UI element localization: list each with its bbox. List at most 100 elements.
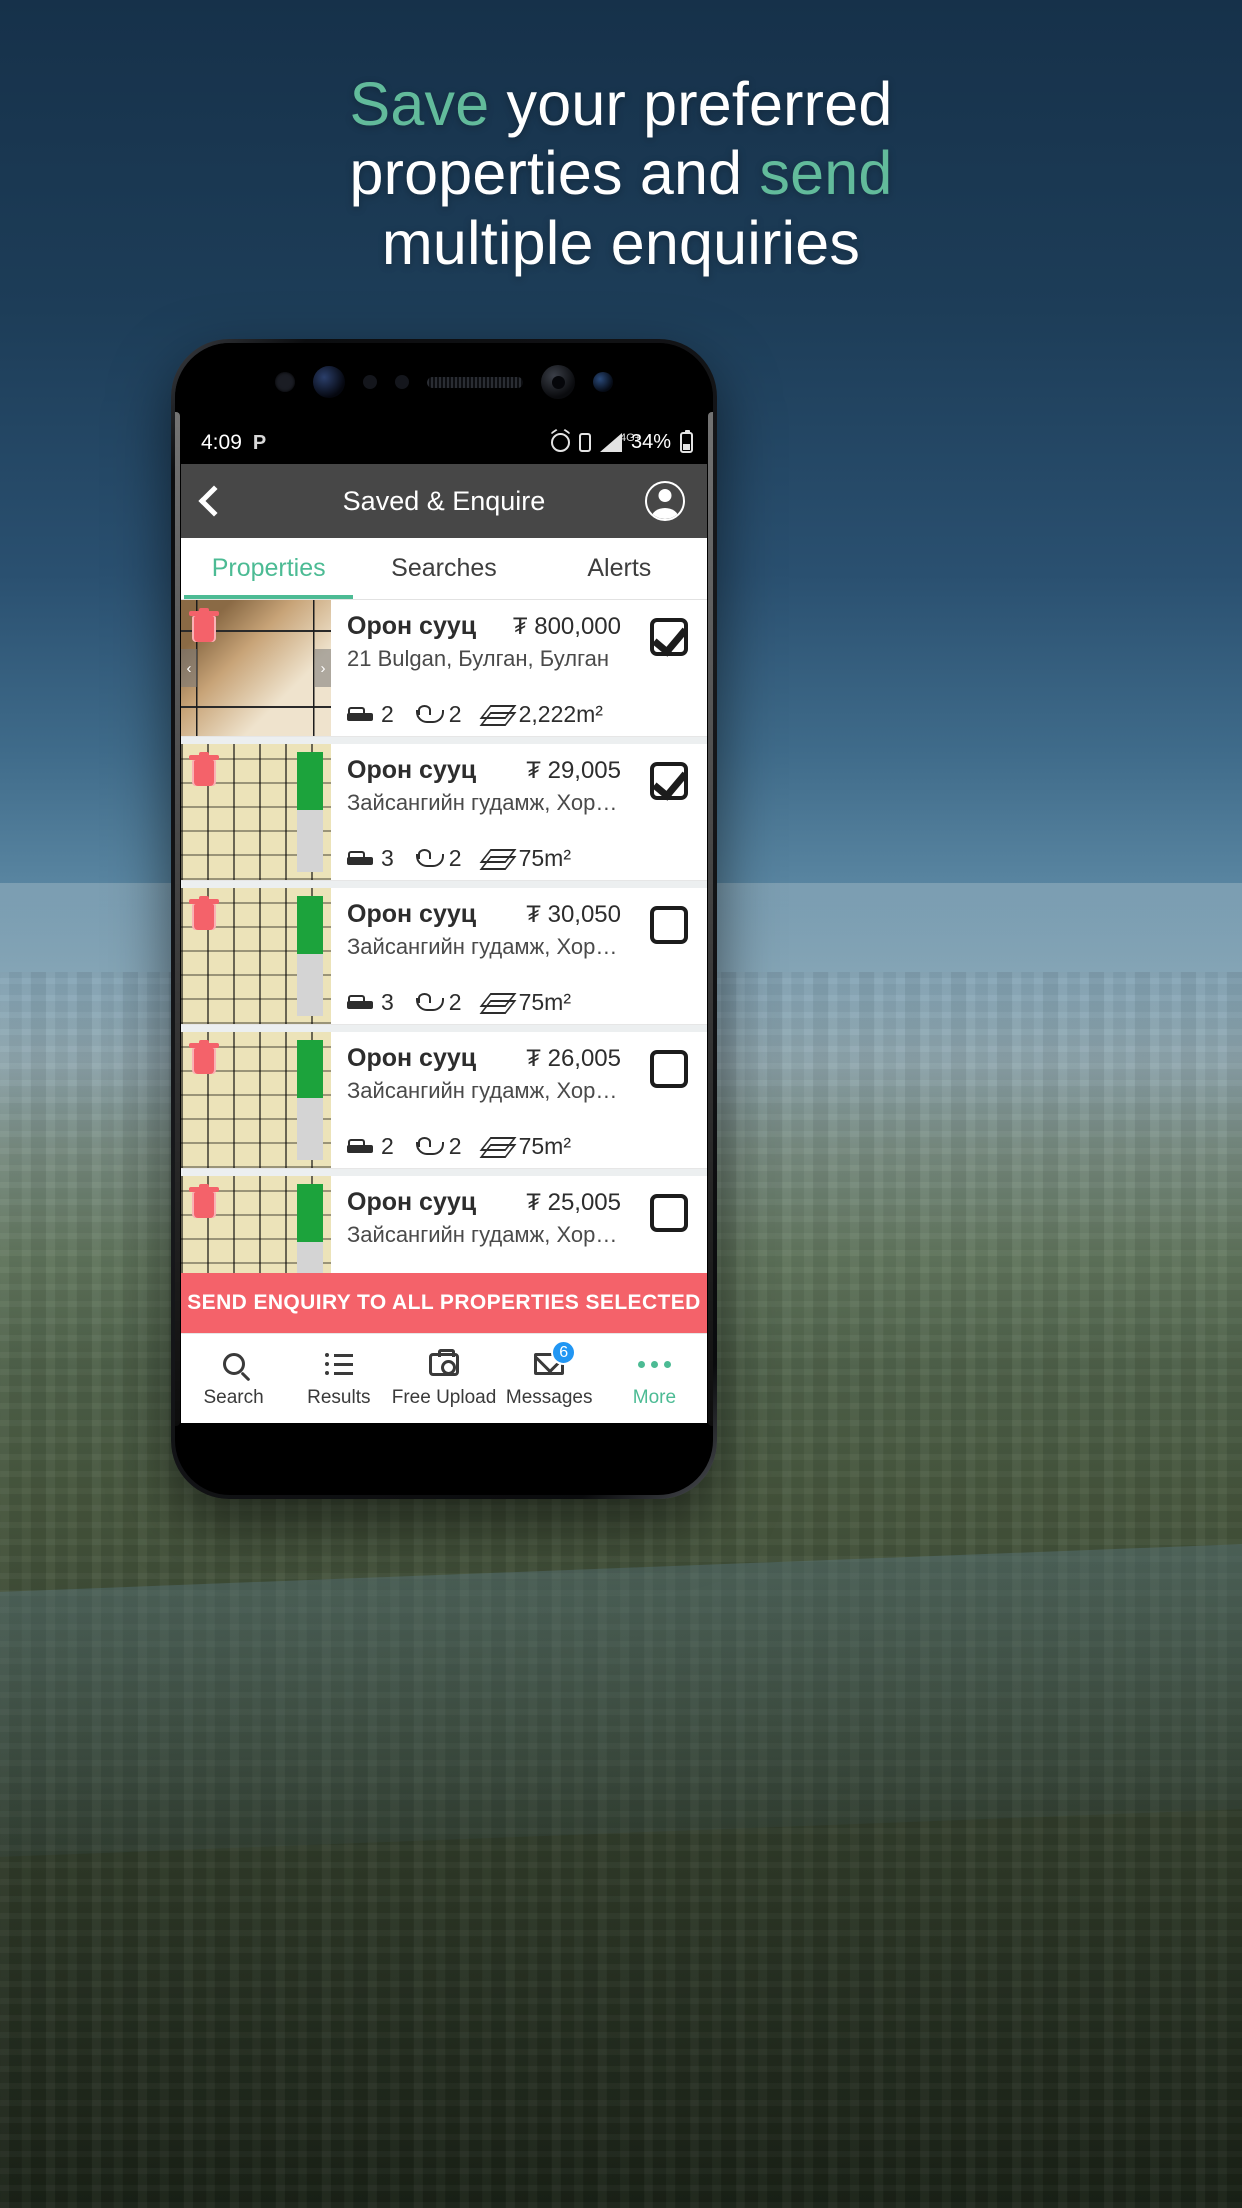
property-address: Зайсангийн гудамж, Хороо 11, Khan Uul, У… [347, 790, 621, 815]
property-specs: 2 2 2,222m² [347, 701, 621, 728]
property-title-row: Орон сууц ₮ 30,050 [347, 900, 621, 929]
tab-searches[interactable]: Searches [356, 538, 531, 599]
bathroom-count: 2 [448, 845, 462, 871]
spec-bedrooms: 3 [347, 989, 394, 1016]
bath-icon [415, 992, 444, 1013]
select-column [631, 1032, 707, 1168]
nav-label-search: Search [203, 1387, 264, 1408]
phone-sensor-strip [175, 343, 713, 421]
bed-icon [347, 1138, 373, 1155]
table-row[interactable]: ‹ › Орон сууц ₮ 800,000 21 Bulgan, Булга… [181, 600, 707, 737]
iris-scanner-icon [313, 366, 345, 398]
ir-sensor-icon [593, 372, 613, 392]
send-enquiry-button[interactable]: SEND ENQUIRY TO ALL PROPERTIES SELECTED [181, 1273, 707, 1333]
property-select-checkbox[interactable] [650, 1050, 688, 1088]
property-thumbnail[interactable] [181, 1032, 331, 1168]
phone-edge-left [175, 412, 180, 1426]
account-avatar-icon[interactable] [645, 481, 685, 521]
background-river [0, 1543, 1242, 1857]
search-icon [222, 1348, 245, 1380]
spec-bedrooms: 2 [347, 1133, 394, 1160]
messages-badge: 6 [551, 1340, 577, 1365]
bedroom-count: 2 [381, 701, 394, 727]
delete-icon[interactable] [189, 608, 219, 642]
network-type-label: 4G+ [619, 432, 642, 444]
delete-icon[interactable] [189, 896, 219, 930]
property-specs: 3 2 75m² [347, 989, 621, 1016]
select-column [631, 744, 707, 880]
thumbnail-next-arrow[interactable]: › [315, 649, 331, 687]
property-select-checkbox[interactable] [650, 1194, 688, 1232]
table-row[interactable]: Орон сууц ₮ 30,050 Зайсангийн гудамж, Хо… [181, 888, 707, 1025]
parking-p-icon: P [252, 431, 267, 454]
thumbnail-prev-arrow[interactable]: ‹ [181, 649, 197, 687]
nav-label-more: More [632, 1387, 677, 1408]
property-price: ₮ 800,000 [512, 613, 621, 640]
tab-alerts[interactable]: Alerts [532, 538, 707, 599]
bedroom-count: 3 [381, 989, 394, 1015]
status-bar-left: 4:09 P [201, 431, 266, 455]
thumbnail-grey-bar [297, 1242, 323, 1273]
area-icon [483, 1137, 511, 1157]
property-title-row: Орон сууц ₮ 26,005 [347, 1044, 621, 1073]
property-address: Зайсангийн гудамж, Хороо 11, Khan Uul, У… [347, 934, 621, 959]
delete-icon[interactable] [189, 1040, 219, 1074]
select-column [631, 888, 707, 1024]
headline-line-1-rest: your preferred [489, 70, 893, 138]
area-value: 2,222m² [518, 701, 603, 727]
bathroom-count: 2 [448, 701, 462, 727]
spec-area: 75m² [483, 1133, 571, 1160]
property-specs: 2 2 75m² [347, 1133, 621, 1160]
alarm-icon [550, 433, 570, 452]
back-chevron-icon[interactable] [198, 485, 230, 517]
mail-icon: 6 [534, 1340, 577, 1380]
phone-body: 4:09 P 4G+ 34% Saved & Enquire Propertie… [175, 343, 713, 1495]
bathroom-count: 2 [448, 989, 462, 1015]
signal-strength-icon: 4G+ [599, 432, 641, 452]
delete-icon[interactable] [189, 1184, 219, 1218]
phone-screen: 4:09 P 4G+ 34% Saved & Enquire Propertie… [181, 421, 707, 1423]
nav-item-more[interactable]: More [602, 1334, 707, 1423]
nav-item-results[interactable]: Results [286, 1334, 391, 1423]
area-value: 75m² [518, 989, 571, 1015]
bedroom-count: 2 [381, 1133, 394, 1159]
table-row[interactable]: Орон сууц ₮ 29,005 Зайсангийн гудамж, Хо… [181, 744, 707, 881]
spec-area: 75m² [483, 845, 571, 872]
table-row[interactable]: Орон сууц ₮ 26,005 Зайсангийн гудамж, Хо… [181, 1032, 707, 1169]
thumbnail-green-bar [297, 752, 323, 810]
spec-bedrooms: 3 [347, 845, 394, 872]
bath-icon [415, 848, 444, 869]
property-title: Орон сууц [347, 756, 477, 784]
property-address: 21 Bulgan, Булган, Булган [347, 646, 610, 671]
saved-properties-list[interactable]: ‹ › Орон сууц ₮ 800,000 21 Bulgan, Булга… [181, 600, 707, 1273]
property-thumbnail[interactable] [181, 744, 331, 880]
spec-bathrooms: 2 [415, 701, 462, 728]
property-select-checkbox[interactable] [650, 906, 688, 944]
property-thumbnail[interactable] [181, 1176, 331, 1273]
property-select-checkbox[interactable] [650, 762, 688, 800]
thumbnail-green-bar [297, 1040, 323, 1098]
delete-icon[interactable] [189, 752, 219, 786]
bed-icon [347, 994, 373, 1011]
nav-item-search[interactable]: Search [181, 1334, 286, 1423]
phone-mockup: 4:09 P 4G+ 34% Saved & Enquire Propertie… [171, 339, 717, 1499]
property-title: Орон сууц [347, 1188, 477, 1216]
property-thumbnail[interactable] [181, 888, 331, 1024]
tab-properties[interactable]: Properties [181, 538, 356, 599]
table-row[interactable]: Орон сууц ₮ 25,005 Зайсангийн гудамж, Хо… [181, 1176, 707, 1273]
status-time: 4:09 [201, 430, 242, 454]
property-thumbnail[interactable]: ‹ › [181, 600, 331, 736]
bedroom-count: 3 [381, 845, 394, 871]
property-title: Орон сууц [347, 612, 477, 640]
property-info: Орон сууц ₮ 29,005 Зайсангийн гудамж, Хо… [331, 744, 631, 880]
proximity-sensor-icon [363, 375, 377, 389]
nav-item-free-upload[interactable]: Free Upload [391, 1334, 496, 1423]
page-title: Saved & Enquire [342, 485, 546, 516]
earpiece-speaker [427, 376, 523, 388]
thumbnail-grey-bar [297, 954, 323, 1016]
ellipsis-icon [637, 1348, 671, 1380]
property-select-checkbox[interactable] [650, 618, 688, 656]
headline-accent-send: send [759, 139, 893, 208]
headline-line-2: properties and send [0, 141, 1242, 206]
nav-item-messages[interactable]: 6 Messages [497, 1334, 602, 1423]
